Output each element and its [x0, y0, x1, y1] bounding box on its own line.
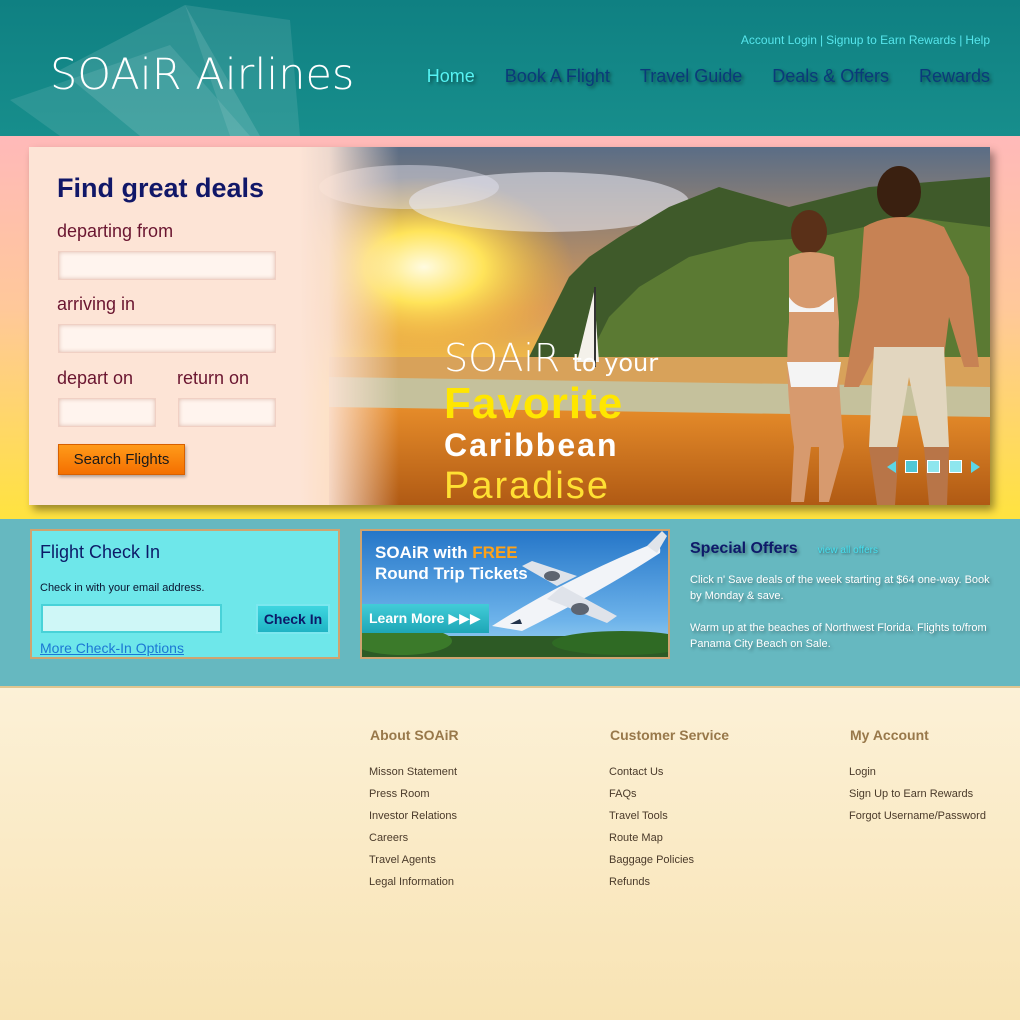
separator: |: [819, 33, 824, 47]
footer-link[interactable]: Route Map: [609, 827, 729, 849]
slider-prev-icon[interactable]: [887, 460, 896, 473]
promo-line-4: Paradise: [444, 465, 610, 505]
nav-home[interactable]: Home: [427, 66, 475, 87]
main-nav: Home Book A Flight Travel Guide Deals & …: [397, 66, 990, 87]
slider-controls: [887, 460, 980, 473]
checkin-email-input[interactable]: [41, 604, 222, 633]
site-header: SOAiR Airlines Account Login | Signup to E…: [0, 0, 1020, 136]
help-link[interactable]: Help: [965, 33, 990, 47]
ad-free-text: FREE: [472, 543, 518, 562]
ad-line-1-prefix: SOAiR with: [375, 543, 468, 562]
footer-heading: My Account: [850, 727, 929, 743]
footer-link[interactable]: FAQs: [609, 783, 729, 805]
slider-dot-1[interactable]: [905, 460, 918, 473]
separator: |: [959, 33, 963, 47]
more-checkin-options-link[interactable]: More Check-In Options: [40, 640, 184, 656]
checkin-title: Flight Check In: [40, 542, 161, 562]
hero-banner: Find great deals departing from arriving…: [29, 147, 990, 505]
footer-col-about: About SOAiR Misson Statement Press Room …: [369, 727, 459, 893]
slider-dot-2[interactable]: [927, 460, 940, 473]
promo-line-3: Caribbean: [444, 427, 619, 463]
promo-line-1: SOAiR to your: [444, 337, 658, 384]
free-tickets-ad[interactable]: SOAiR with FREE Round Trip Tickets Learn…: [360, 529, 670, 659]
footer-col-my-account: My Account Login Sign Up to Earn Rewards…: [849, 727, 986, 827]
footer-link[interactable]: Misson Statement: [369, 761, 459, 783]
footer-link[interactable]: Baggage Policies: [609, 849, 729, 871]
footer-link[interactable]: Login: [849, 761, 986, 783]
promo-line-1-rest: to your: [572, 349, 659, 377]
return-on-label: return on: [177, 368, 250, 388]
arriving-in-label: arriving in: [57, 294, 136, 314]
ad-headline: SOAiR with FREE Round Trip Tickets: [375, 542, 528, 584]
footer-link[interactable]: Legal Information: [369, 871, 459, 893]
nav-book-a-flight[interactable]: Book A Flight: [505, 66, 610, 87]
account-login-link[interactable]: Account Login: [741, 33, 817, 47]
slider-next-icon[interactable]: [971, 460, 980, 473]
footer-link[interactable]: Investor Relations: [369, 805, 459, 827]
promo-headline: SOAiR to your Favorite Caribbean Paradis…: [444, 337, 658, 505]
special-offers: Special Offers view all offers Click n' S…: [690, 540, 990, 652]
nav-travel-guide[interactable]: Travel Guide: [640, 66, 742, 87]
search-flights-button[interactable]: Search Flights: [58, 444, 185, 475]
learn-more-button[interactable]: Learn More ▶▶▶: [362, 604, 489, 633]
search-title: Find great deals: [57, 173, 265, 203]
promo-brand: SOAiR: [444, 336, 561, 380]
footer-heading: Customer Service: [610, 727, 730, 743]
special-offers-title: Special Offers: [690, 540, 798, 557]
nav-rewards[interactable]: Rewards: [919, 66, 990, 87]
depart-on-label: depart on: [57, 368, 134, 388]
offer-item[interactable]: Click n' Save deals of the week starting…: [690, 572, 990, 604]
footer-link[interactable]: Press Room: [369, 783, 459, 805]
ad-line-2: Round Trip Tickets: [375, 564, 528, 583]
nav-deals-offers[interactable]: Deals & Offers: [772, 66, 889, 87]
flight-checkin-panel: Flight Check In Check in with your email…: [30, 529, 340, 659]
offer-item[interactable]: Warm up at the beaches of Northwest Flor…: [690, 620, 990, 652]
promo-line-2: Favorite: [444, 379, 624, 428]
footer-link[interactable]: Sign Up to Earn Rewards: [849, 783, 986, 805]
footer-link[interactable]: Contact Us: [609, 761, 729, 783]
departing-from-label: departing from: [57, 221, 174, 241]
depart-date-input[interactable]: [58, 398, 156, 427]
footer-heading: About SOAiR: [370, 727, 459, 743]
view-all-offers-link[interactable]: view all offers: [818, 545, 878, 556]
check-in-button[interactable]: Check In: [256, 604, 330, 634]
footer-link[interactable]: Travel Tools: [609, 805, 729, 827]
footer-col-customer-service: Customer Service Contact Us FAQs Travel …: [609, 727, 729, 893]
slider-dot-3[interactable]: [949, 460, 962, 473]
utility-links: Account Login | Signup to Earn Rewards | Hel…: [741, 33, 990, 47]
footer-link[interactable]: Travel Agents: [369, 849, 459, 871]
footer-link[interactable]: Forgot Username/Password: [849, 805, 986, 827]
site-logo[interactable]: SOAiR Airlines: [50, 50, 354, 100]
footer-link[interactable]: Careers: [369, 827, 459, 849]
return-date-input[interactable]: [178, 398, 276, 427]
departing-from-input[interactable]: [58, 251, 276, 280]
arriving-in-input[interactable]: [58, 324, 276, 353]
signup-rewards-link[interactable]: Signup to Earn Rewards: [826, 33, 956, 47]
footer-link[interactable]: Refunds: [609, 871, 729, 893]
checkin-description: Check in with your email address.: [40, 582, 205, 594]
